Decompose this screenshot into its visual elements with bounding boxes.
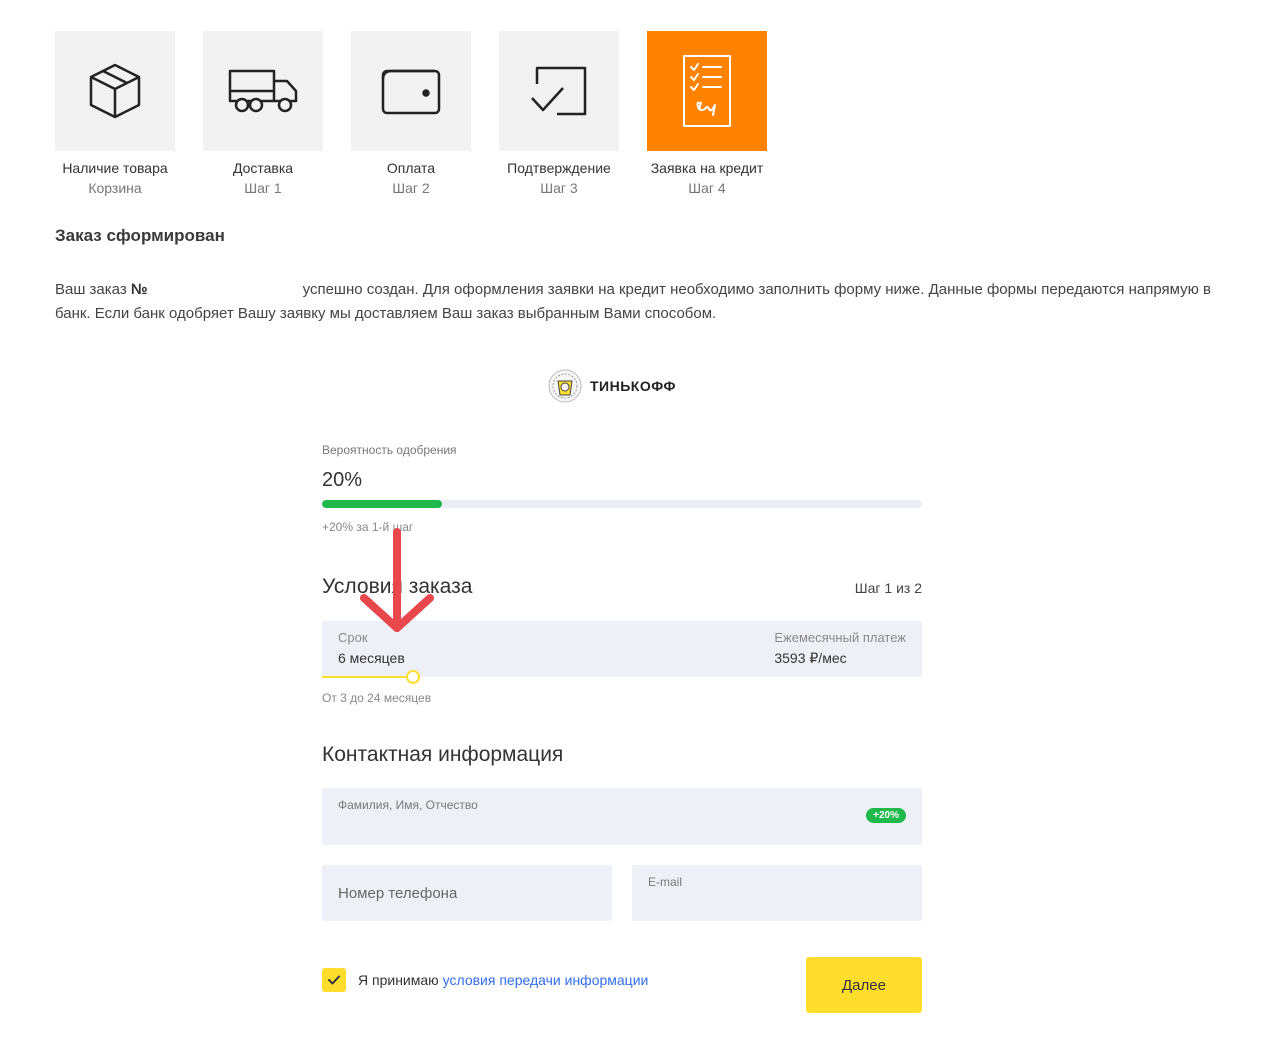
step-delivery[interactable]: Доставка Шаг 1 <box>203 31 323 198</box>
confirm-icon <box>531 66 587 116</box>
step-box <box>55 31 175 151</box>
monthly-payment-value: 3593 ₽/мес <box>774 650 847 666</box>
box-icon <box>89 63 141 119</box>
step-subtitle: Шаг 3 <box>540 180 578 196</box>
step-subtitle: Шаг 1 <box>244 180 282 196</box>
approval-progress-fill <box>322 500 442 508</box>
step-availability[interactable]: Наличие товара Корзина <box>55 31 175 198</box>
term-range-hint: От 3 до 24 месяцев <box>322 691 432 705</box>
approval-probability-label: Вероятность одобрения <box>322 443 457 457</box>
step-subtitle: Шаг 2 <box>392 180 430 196</box>
term-slider-handle[interactable] <box>406 670 420 684</box>
step-subtitle: Шаг 4 <box>688 180 726 196</box>
credit-application-icon <box>683 55 731 127</box>
probability-bonus-badge: +20% <box>866 808 906 823</box>
bank-name: ТИНЬКОФФ <box>590 378 676 394</box>
email-label: E-mail <box>648 875 683 889</box>
phone-placeholder: Номер телефона <box>338 885 458 902</box>
tinkoff-emblem-icon <box>548 369 582 403</box>
step-title: Подтверждение <box>507 160 611 176</box>
step-box <box>351 31 471 151</box>
agreement-checkbox[interactable] <box>322 968 346 992</box>
order-description: Ваш заказ № успешно создан. Для оформлени… <box>55 278 1215 326</box>
bank-logo: ТИНЬКОФФ <box>548 369 676 403</box>
approval-probability-value: 20% <box>322 469 363 491</box>
truck-icon <box>228 69 298 113</box>
full-name-input[interactable]: Фамилия, Имя, Отчество +20% <box>322 788 922 845</box>
agreement-terms-link[interactable]: условия передачи информации <box>443 972 649 988</box>
step-title: Заявка на кредит <box>650 160 764 176</box>
step-box <box>499 31 619 151</box>
step-title: Доставка <box>232 160 294 176</box>
monthly-payment-label: Ежемесячный платеж <box>774 630 906 645</box>
step-title: Оплата <box>386 160 436 176</box>
step-box <box>647 31 767 151</box>
form-step-indicator: Шаг 1 из 2 <box>854 580 922 596</box>
step-payment[interactable]: Оплата Шаг 2 <box>351 31 471 198</box>
contact-title: Контактная информация <box>322 743 564 766</box>
step-confirmation[interactable]: Подтверждение Шаг 3 <box>499 31 619 198</box>
order-number-label: № <box>130 281 148 298</box>
term-slider-track[interactable] <box>322 676 414 678</box>
order-heading: Заказ сформирован <box>55 226 225 245</box>
order-text-before: Ваш заказ <box>55 281 131 298</box>
checkout-steps: Наличие товара Корзина Доставка Шаг 1 Оп… <box>55 31 795 198</box>
full-name-label: Фамилия, Имя, Отчество <box>338 798 478 812</box>
step-subtitle: Корзина <box>88 180 142 196</box>
checkmark-icon <box>328 975 340 985</box>
credit-form: Вероятность одобрения 20% +20% за 1-й ша… <box>322 443 922 1013</box>
monthly-payment: Ежемесячный платеж 3593 ₽/мес <box>774 630 906 667</box>
step-title: Наличие товара <box>62 160 168 176</box>
phone-input[interactable]: Номер телефона <box>322 865 612 921</box>
approval-progress-bar <box>322 500 922 508</box>
agreement: Я принимаю условия передачи информации <box>322 968 648 992</box>
next-button[interactable]: Далее <box>806 957 922 1013</box>
order-text-after: успешно создан. Для оформления заявки на… <box>55 281 1211 322</box>
wallet-icon <box>381 69 441 115</box>
step-credit-application[interactable]: Заявка на кредит Шаг 4 <box>647 31 767 198</box>
annotation-arrow-icon <box>360 528 434 632</box>
email-input[interactable]: E-mail <box>632 865 922 921</box>
step-box <box>203 31 323 151</box>
agreement-text: Я принимаю <box>358 972 439 988</box>
